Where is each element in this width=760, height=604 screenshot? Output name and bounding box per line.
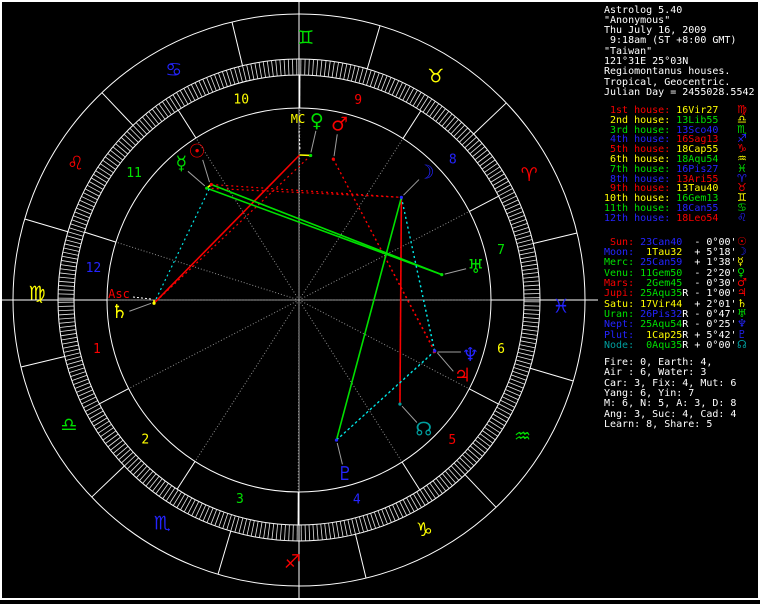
planet-row: Node: 0Aqu35R + 0°00'☊: [604, 341, 756, 351]
info-sidebar: Astrolog 5.40"Anonymous"Thu July 16, 200…: [0, 0, 760, 600]
header-line: Julian Day = 2455028.5542: [604, 88, 756, 98]
stats-line: Learn: 8, Share: 5: [604, 420, 756, 430]
node-planet-icon: ☊: [737, 340, 747, 350]
♌-sign-icon: ♌: [737, 213, 747, 223]
house-row: 12th house: 18Leo54♌: [604, 214, 756, 224]
